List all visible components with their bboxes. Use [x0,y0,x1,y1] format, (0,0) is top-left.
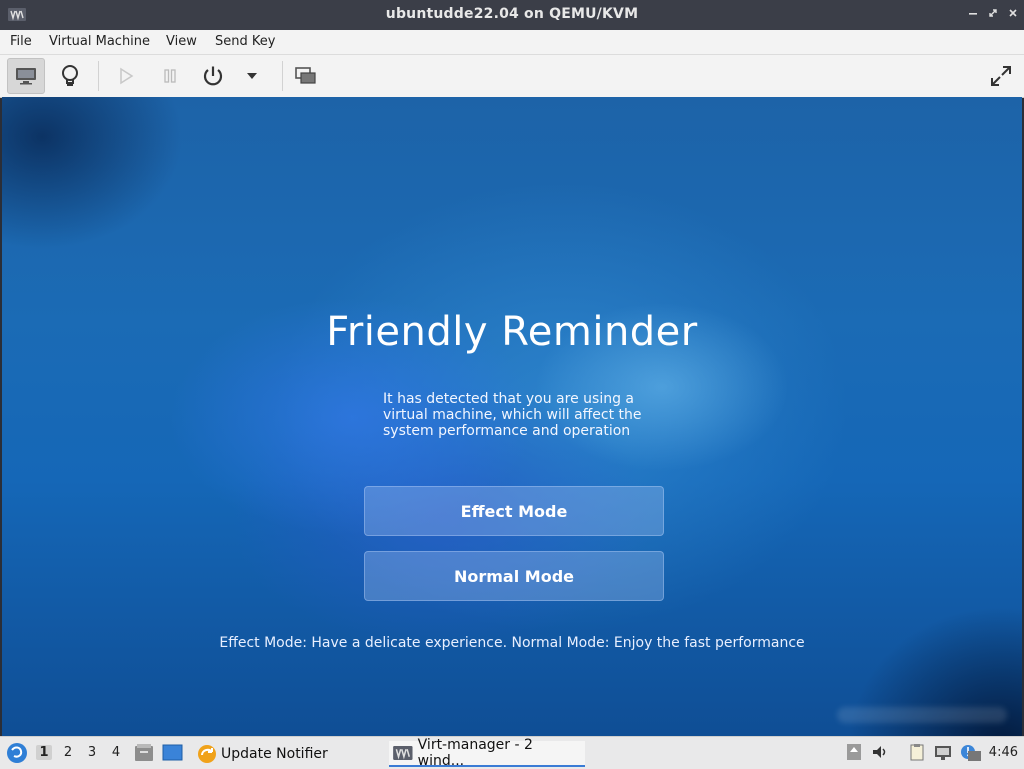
toolbar-separator [282,61,283,91]
clipboard-icon[interactable] [908,743,926,761]
lightbulb-icon [62,65,78,86]
workspace-3[interactable]: 3 [84,745,100,760]
menu-send-key[interactable]: Send Key [215,34,275,49]
workspace-1[interactable]: 1 [36,745,52,760]
close-icon [1009,9,1017,17]
menu-view[interactable]: View [166,34,197,49]
volume-icon[interactable] [871,743,889,761]
vm-display[interactable]: Friendly Reminder It has detected that y… [2,97,1022,736]
screenshot-icon [295,67,316,84]
shutdown-menu-button[interactable] [233,58,271,94]
start-menu-icon[interactable] [6,742,28,764]
run-icon [120,67,134,85]
fullscreen-button[interactable] [982,58,1020,94]
mode-description: Effect Mode: Have a delicate experience.… [219,635,805,651]
window-titlebar: ubuntudde22.04 on QEMU/KVM [0,0,1024,30]
screenshot-button[interactable] [287,58,325,94]
toolbar [0,55,1024,98]
pause-icon [164,69,176,83]
pause-button[interactable] [151,58,189,94]
toolbar-separator [98,61,99,91]
system-status-icon [968,751,981,761]
workspace-2[interactable]: 2 [60,745,76,760]
details-view-button[interactable] [51,58,89,94]
tray-up-arrow-icon[interactable] [845,743,863,761]
console-view-button[interactable] [7,58,45,94]
close-button[interactable] [1006,6,1020,22]
workspace-4[interactable]: 4 [108,745,124,760]
network-icon[interactable] [934,743,952,761]
run-button[interactable] [107,58,145,94]
fullscreen-icon [991,66,1011,86]
desktop-watermark [837,707,1007,723]
normal-mode-button[interactable]: Normal Mode [364,551,664,601]
show-desktop-icon[interactable] [162,744,183,762]
task-update-notifier[interactable]: Update Notifier [193,741,332,767]
task-virt-manager[interactable]: Virt-manager - 2 wind... [389,737,585,769]
task-label: Virt-manager - 2 wind... [417,737,533,769]
dropdown-icon [247,73,257,79]
restore-button[interactable] [986,6,1000,22]
minimize-icon [969,13,977,15]
minimize-button[interactable] [966,6,980,22]
reminder-message: It has detected that you are using a vir… [383,391,642,439]
restore-icon [989,9,997,17]
menu-virtual-machine[interactable]: Virtual Machine [49,34,150,49]
clock[interactable]: 4:46 [989,745,1018,760]
file-manager-icon[interactable] [134,743,154,763]
power-icon [203,66,223,86]
virt-manager-icon [393,746,413,760]
menu-file[interactable]: File [10,34,32,49]
shutdown-button[interactable] [194,58,232,94]
console-icon [16,68,36,85]
menubar: File Virtual Machine View Send Key [0,30,1024,55]
effect-mode-button[interactable]: Effect Mode [364,486,664,536]
update-notifier-icon [198,745,216,763]
reminder-heading: Friendly Reminder [326,309,698,355]
host-taskbar: 1 2 3 4 Update Notifier Virt-manager - 2… [0,736,1024,769]
task-label: Update Notifier [221,746,328,762]
window-title: ubuntudde22.04 on QEMU/KVM [385,6,639,22]
